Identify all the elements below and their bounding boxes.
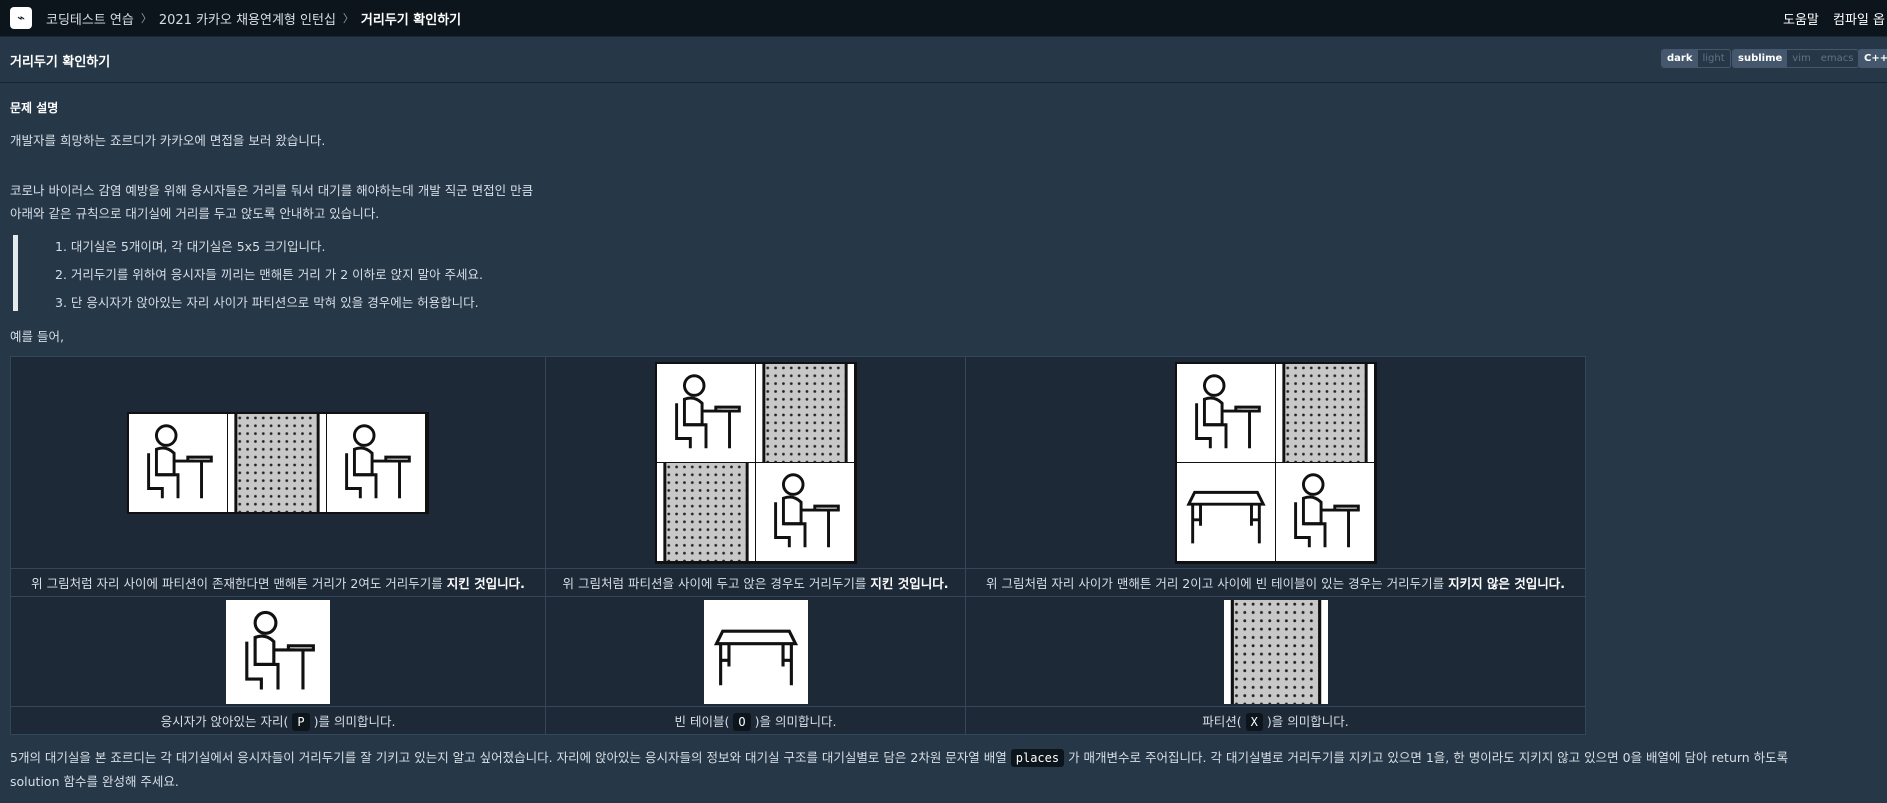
intro-text: 개발자를 희망하는 죠르디가 카카오에 면접을 보러 왔습니다. <box>10 133 326 148</box>
caption-text: 위 그림처럼 자리 사이가 맨해튼 거리 2이고 사이에 빈 테이블이 있는 경… <box>985 576 1449 591</box>
code-inline: P <box>292 713 310 731</box>
caption-bold: 지키지 않은 것입니다. <box>1448 576 1566 591</box>
rule-3: 3. 단 응시자가 앉아있는 자리 사이가 파티션으로 막혀 있을 경우에는 허… <box>55 295 479 310</box>
breadcrumb-kakao[interactable]: 2021 카카오 채용연계형 인턴십 <box>159 9 336 28</box>
legend-text: 파티션( <box>1202 714 1242 729</box>
caption-text: 위 그림처럼 자리 사이에 파티션이 존재한다면 맨해튼 거리가 2여도 거리두… <box>31 576 447 591</box>
section-title: 문제 설명 <box>10 101 59 115</box>
legend-caption-person: 응시자가 앉아있는 자리( P )를 의미합니다. <box>10 706 546 735</box>
chevron-right-icon: 〉 <box>342 12 354 25</box>
caption-text: 위 그림처럼 파티션을 사이에 두고 앉은 경우도 거리두기를 <box>562 576 871 591</box>
caption-bold: 지킨 것입니다. <box>446 576 525 591</box>
problem-header: 거리두기 확인하기 dark light sublime vim emacs C… <box>0 37 1887 83</box>
legend-text: )을 의미합니다. <box>1266 714 1349 729</box>
theme-light-button[interactable]: light <box>1698 50 1730 67</box>
legend-caption-table: 빈 테이블( O )을 의미합니다. <box>545 706 966 735</box>
rule-2: 2. 거리두기를 위하여 응시자들 끼리는 맨해튼 거리 가 2 이하로 앉지 … <box>55 267 484 282</box>
figure-person-table-person <box>1174 361 1377 564</box>
code-inline-places: places <box>1010 749 1065 767</box>
breadcrumb: 코딩테스트 연습 〉 2021 카카오 채용연계형 인턴십 〉 거리두기 확인하… <box>46 9 461 28</box>
legend-caption-partition: 파티션( X )을 의미합니다. <box>965 706 1586 735</box>
breadcrumb-coding-test[interactable]: 코딩테스트 연습 <box>46 9 134 28</box>
caption-bold: 지킨 것입니다. <box>870 576 949 591</box>
desc-line-3: 아래와 같은 규칙으로 대기실에 거리를 두고 앉도록 안내하고 있습니다. <box>10 206 380 221</box>
breadcrumb-current: 거리두기 확인하기 <box>360 12 462 28</box>
final-paragraph-line-2: solution 함수를 완성해 주세요. <box>10 774 179 789</box>
page-title: 거리두기 확인하기 <box>10 55 111 70</box>
example-figure-2 <box>545 356 966 569</box>
chevron-right-icon: 〉 <box>140 12 152 25</box>
language-select[interactable]: C++ <box>1858 49 1887 68</box>
theme-toggle: dark light <box>1661 49 1731 68</box>
final-text: 가 매개변수로 주어집니다. 각 대기실별로 거리두기를 지키고 있으면 1을,… <box>1064 750 1789 765</box>
final-text: 5개의 대기실을 본 죠르디는 각 대기실에서 응시자들이 거리두기를 잘 기키… <box>10 750 1011 765</box>
legend-figure-table <box>545 596 966 707</box>
legend-text: )를 의미합니다. <box>313 714 396 729</box>
figure-diagonal-partitions <box>654 361 857 564</box>
legend-figure-person <box>10 596 546 707</box>
code-inline: X <box>1245 713 1263 731</box>
help-link[interactable]: 도움말 <box>1783 0 1819 37</box>
keymap-sublime-button[interactable]: sublime <box>1733 50 1788 67</box>
blockquote-bar <box>13 235 18 311</box>
final-paragraph-line-1: 5개의 대기실을 본 죠르디는 각 대기실에서 응시자들이 거리두기를 잘 기키… <box>10 747 1789 767</box>
example-figure-3 <box>965 356 1586 569</box>
person-icon <box>226 599 330 704</box>
keymap-toggle: sublime vim emacs <box>1732 49 1860 68</box>
example-table: 위 그림처럼 자리 사이에 파티션이 존재한다면 맨해튼 거리가 2여도 거리두… <box>10 356 1586 735</box>
example-caption-2: 위 그림처럼 파티션을 사이에 두고 앉은 경우도 거리두기를 지킨 것입니다. <box>545 568 966 597</box>
example-caption-1: 위 그림처럼 자리 사이에 파티션이 존재한다면 맨해튼 거리가 2여도 거리두… <box>10 568 546 597</box>
example-caption-3: 위 그림처럼 자리 사이가 맨해튼 거리 2이고 사이에 빈 테이블이 있는 경… <box>965 568 1586 597</box>
theme-dark-button[interactable]: dark <box>1662 50 1698 67</box>
desc-line-2: 코로나 바이러스 감염 예방을 위해 응시자들은 거리를 둬서 대기를 해야하는… <box>10 183 534 198</box>
example-text: 예를 들어, <box>10 329 64 344</box>
top-nav: ⌁ 코딩테스트 연습 〉 2021 카카오 채용연계형 인턴십 〉 거리두기 확… <box>0 0 1887 37</box>
keymap-vim-button[interactable]: vim <box>1787 50 1815 67</box>
table-icon <box>703 599 808 704</box>
example-figure-1 <box>10 356 546 569</box>
figure-person-partition-person <box>127 411 429 514</box>
legend-text: )을 의미합니다. <box>754 714 837 729</box>
legend-text: 응시자가 앉아있는 자리( <box>160 714 289 729</box>
legend-figure-partition <box>965 596 1586 707</box>
compiler-options-link[interactable]: 컴파일 옵 <box>1833 0 1885 37</box>
legend-text: 빈 테이블( <box>674 714 730 729</box>
programmers-logo-icon[interactable]: ⌁ <box>10 7 32 29</box>
keymap-emacs-button[interactable]: emacs <box>1816 50 1859 67</box>
code-inline: O <box>733 713 751 731</box>
partition-icon <box>1223 599 1328 704</box>
rule-1: 1. 대기실은 5개이며, 각 대기실은 5x5 크기입니다. <box>55 239 326 254</box>
